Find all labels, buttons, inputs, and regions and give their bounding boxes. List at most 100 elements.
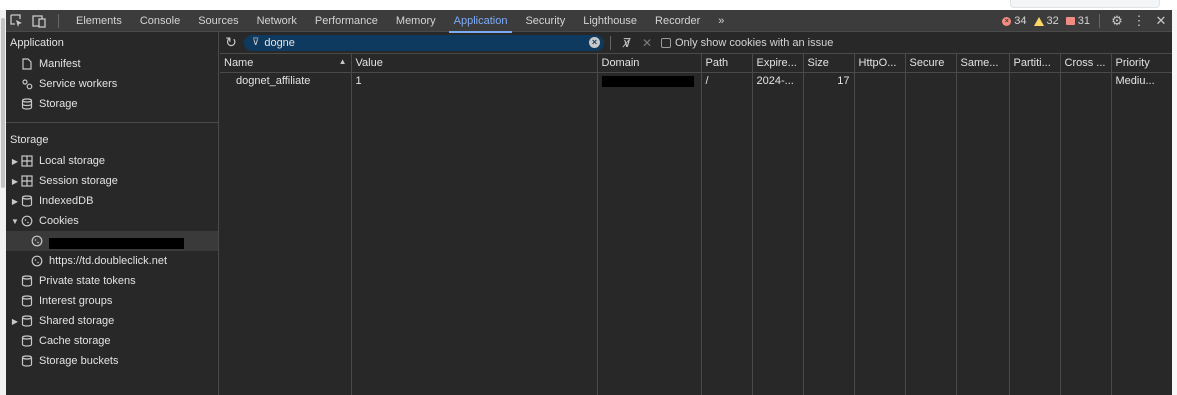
cell-priority[interactable]: Mediu... [1111, 72, 1172, 90]
tab-console[interactable]: Console [131, 10, 189, 32]
expand-arrow-icon[interactable]: ▶ [10, 157, 20, 166]
sidebar-item-storage-overview[interactable]: Storage [6, 94, 218, 114]
sidebar-item-interest-groups[interactable]: Interest groups [6, 291, 218, 311]
sidebar-item-cookie-origin-redacted[interactable] [6, 231, 218, 251]
redacted-origin [49, 238, 184, 249]
sidebar-item-label: Cache storage [39, 335, 111, 347]
sidebar-item-label: Manifest [39, 58, 81, 70]
column-header-path[interactable]: Path [701, 54, 753, 73]
cell-value[interactable]: 1 [351, 72, 598, 90]
sidebar-item-service-workers[interactable]: Service workers [6, 74, 218, 94]
column-header-secure[interactable]: Secure [905, 54, 957, 73]
issues-badge[interactable]: 31 [1065, 15, 1090, 27]
sidebar-item-indexeddb[interactable]: ▶ IndexedDB [6, 191, 218, 211]
scrollbar-thumb[interactable] [1, 18, 5, 188]
application-sidebar: Application Manifest Service workers Sto… [6, 32, 219, 395]
toolbar-divider [58, 13, 59, 28]
warning-icon [1033, 16, 1044, 26]
delete-selected-icon[interactable]: ✕ [637, 32, 657, 54]
cell-expires[interactable]: 2024-... [752, 72, 804, 90]
cell-path[interactable]: / [701, 72, 753, 90]
expand-arrow-icon[interactable]: ▶ [10, 317, 20, 326]
tab-recorder[interactable]: Recorder [646, 10, 709, 32]
device-toolbar-icon[interactable] [28, 10, 50, 32]
clear-filter-icon[interactable]: × [589, 37, 600, 48]
sidebar-item-cache-storage[interactable]: Cache storage [6, 331, 218, 351]
errors-count: 34 [1014, 15, 1027, 27]
tab-sources[interactable]: Sources [189, 10, 247, 32]
sidebar-section-application: Application [10, 37, 64, 49]
column-header-httponly[interactable]: HttpO... [854, 54, 906, 73]
close-icon[interactable]: ✕ [1150, 10, 1172, 32]
tab-application[interactable]: Application [445, 10, 517, 33]
window-edge [1172, 10, 1177, 395]
database-icon [20, 97, 34, 111]
only-issues-checkbox[interactable]: Only show cookies with an issue [661, 37, 833, 49]
expand-arrow-icon[interactable]: ▶ [10, 177, 20, 186]
clear-filtered-cookies-icon[interactable]: ⊽̸ [617, 32, 637, 54]
tab-elements[interactable]: Elements [67, 10, 131, 32]
settings-gear-icon[interactable]: ⚙ [1106, 10, 1128, 32]
table-grid-icon [20, 174, 34, 188]
sidebar-item-shared-storage[interactable]: ▶ Shared storage [6, 311, 218, 331]
column-header-partition-key[interactable]: Partiti... [1009, 54, 1061, 73]
sidebar-item-label: Session storage [39, 175, 118, 187]
tab-performance[interactable]: Performance [306, 10, 387, 32]
warnings-badge[interactable]: 32 [1033, 15, 1059, 27]
cell-name[interactable]: dognet_affiliate [220, 72, 352, 90]
database-icon [20, 274, 34, 288]
cell-partition-key[interactable] [1009, 72, 1061, 90]
sidebar-item-label: IndexedDB [39, 195, 94, 207]
column-header-name[interactable]: Name ▲ [220, 54, 352, 73]
error-icon: × [1002, 16, 1012, 26]
sidebar-item-local-storage[interactable]: ▶ Local storage [6, 151, 218, 171]
filter-box[interactable]: ⊽ × [244, 34, 604, 51]
table-row[interactable]: dognet_affiliate 1 / 2024-... 17 Mediu..… [220, 72, 1172, 90]
column-header-size[interactable]: Size [803, 54, 855, 73]
column-header-samesite[interactable]: Same... [956, 54, 1010, 73]
document-icon [20, 57, 34, 71]
database-icon [20, 194, 34, 208]
tab-memory[interactable]: Memory [387, 10, 445, 32]
refresh-icon[interactable]: ↻ [220, 32, 242, 54]
table-filler-row [220, 90, 1172, 395]
database-icon [20, 294, 34, 308]
sidebar-item-session-storage[interactable]: ▶ Session storage [6, 171, 218, 191]
gears-icon [20, 77, 34, 91]
expand-arrow-icon[interactable]: ▶ [10, 197, 20, 206]
sidebar-item-cookies[interactable]: ▼ Cookies [6, 211, 218, 231]
more-tabs-button[interactable]: » [709, 10, 733, 32]
column-header-domain[interactable]: Domain [597, 54, 702, 73]
collapse-arrow-icon[interactable]: ▼ [10, 217, 20, 226]
inspect-element-icon[interactable] [6, 10, 28, 32]
toolbar-divider [1099, 14, 1100, 28]
tab-security[interactable]: Security [516, 10, 574, 32]
cookies-table: Name ▲ Value Domain Path Expire... Size H… [220, 54, 1172, 395]
filter-input[interactable] [264, 36, 589, 49]
sidebar-item-private-state-tokens[interactable]: Private state tokens [6, 271, 218, 291]
column-header-priority[interactable]: Priority [1111, 54, 1172, 73]
column-header-value[interactable]: Value [351, 54, 598, 73]
database-icon [20, 354, 34, 368]
cell-size[interactable]: 17 [803, 72, 855, 90]
checkbox-box[interactable] [661, 37, 671, 48]
devtools-tabbar: Elements Console Sources Network Perform… [6, 10, 1172, 33]
cell-httponly[interactable] [854, 72, 906, 90]
cell-cross-site[interactable] [1060, 72, 1112, 90]
cell-secure[interactable] [905, 72, 957, 90]
tab-lighthouse[interactable]: Lighthouse [574, 10, 646, 32]
more-options-icon[interactable]: ⋮ [1128, 10, 1150, 32]
tab-network[interactable]: Network [248, 10, 306, 32]
column-header-expires[interactable]: Expire... [752, 54, 804, 73]
column-header-cross-site[interactable]: Cross ... [1060, 54, 1112, 73]
errors-badge[interactable]: × 34 [1002, 15, 1027, 27]
sidebar-item-manifest[interactable]: Manifest [6, 54, 218, 74]
sidebar-item-label: https://td.doubleclick.net [49, 255, 168, 267]
cell-samesite[interactable] [956, 72, 1010, 90]
warnings-count: 32 [1046, 15, 1059, 27]
sidebar-item-storage-buckets[interactable]: Storage buckets [6, 351, 218, 371]
sidebar-item-label: Service workers [39, 78, 118, 90]
cell-domain[interactable] [597, 72, 702, 90]
sidebar-item-cookie-origin-doubleclick[interactable]: https://td.doubleclick.net [6, 251, 218, 271]
browser-top-strip [0, 0, 1177, 10]
